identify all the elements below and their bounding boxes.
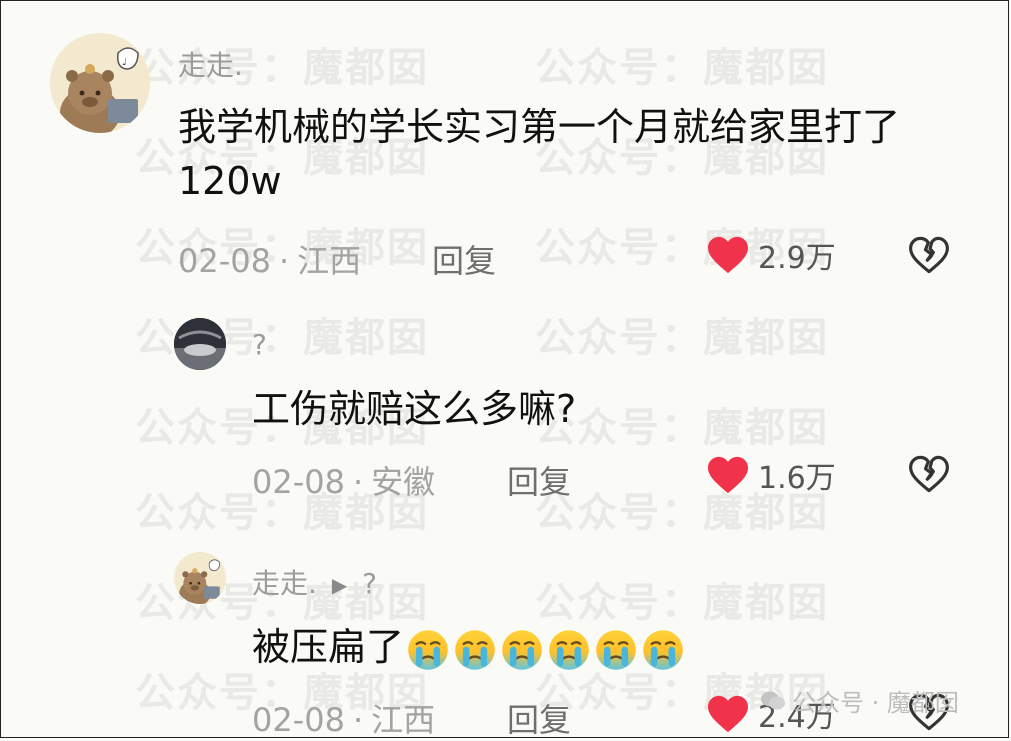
- comment-text: 工伤就赔这么多嘛?: [252, 387, 577, 431]
- user-avatar[interactable]: [174, 552, 226, 604]
- comment-text: 我学机械的学长实习第一个月就给家里打了120w: [178, 105, 901, 203]
- like-button[interactable]: 2.9万: [706, 233, 836, 277]
- reply-target-username[interactable]: ?: [362, 567, 377, 600]
- comment-location: 江西: [297, 242, 362, 280]
- bear-avatar-icon: ♩: [50, 33, 150, 133]
- brand-text: 公众号 · 魔都囡: [792, 689, 959, 717]
- heart-icon: [708, 236, 748, 274]
- username-reply-line: 走走. ▶ ?: [252, 562, 377, 602]
- comment-location: 江西: [371, 701, 436, 739]
- dislike-icon[interactable]: [908, 235, 950, 275]
- username[interactable]: ?: [252, 328, 267, 361]
- comment-date: 02-08: [252, 701, 345, 739]
- heart-icon: [708, 456, 748, 494]
- crying-face-emoji-icon: [641, 628, 685, 672]
- crying-face-emoji-icon: [453, 628, 497, 672]
- heart-icon: [708, 695, 748, 733]
- user-avatar[interactable]: ♩: [50, 33, 150, 133]
- crying-face-emoji-icon: [406, 628, 450, 672]
- photo-avatar-icon: [174, 318, 226, 370]
- comment-text: 被压扁了: [252, 625, 405, 669]
- like-count: 2.9万: [758, 241, 836, 276]
- comment-meta: 02-08 · 江西: [252, 695, 435, 741]
- reply-button[interactable]: 回复: [507, 457, 571, 503]
- comment-location: 安徽: [371, 463, 436, 501]
- comment-date: 02-08: [178, 242, 271, 280]
- wechat-icon: [761, 691, 785, 709]
- crying-face-emoji-icon: [594, 628, 638, 672]
- comment-text-line: 被压扁了: [252, 620, 688, 674]
- comment-date: 02-08: [252, 463, 345, 501]
- username[interactable]: 走走.: [178, 44, 243, 84]
- username[interactable]: 走走.: [252, 567, 317, 600]
- emoji-group: [406, 628, 688, 672]
- like-count: 1.6万: [758, 461, 836, 496]
- crying-face-emoji-icon: [547, 628, 591, 672]
- dislike-icon[interactable]: [908, 454, 950, 494]
- reply-arrow-icon: ▶: [331, 573, 348, 597]
- separator-dot: ·: [352, 463, 364, 501]
- separator-dot: ·: [352, 701, 364, 739]
- reply-button[interactable]: 回复: [507, 695, 571, 741]
- like-button[interactable]: 1.6万: [706, 453, 836, 497]
- user-avatar[interactable]: [174, 318, 226, 370]
- separator-dot: ·: [278, 242, 290, 280]
- svg-text:♩: ♩: [122, 57, 127, 68]
- comment-meta: 02-08 · 江西: [178, 236, 361, 282]
- comment-meta: 02-08 · 安徽: [252, 457, 435, 503]
- bear-avatar-icon: [174, 552, 226, 604]
- wechat-brand-tag: 公众号 · 魔都囡: [760, 683, 959, 718]
- crying-face-emoji-icon: [500, 628, 544, 672]
- reply-button[interactable]: 回复: [432, 236, 496, 282]
